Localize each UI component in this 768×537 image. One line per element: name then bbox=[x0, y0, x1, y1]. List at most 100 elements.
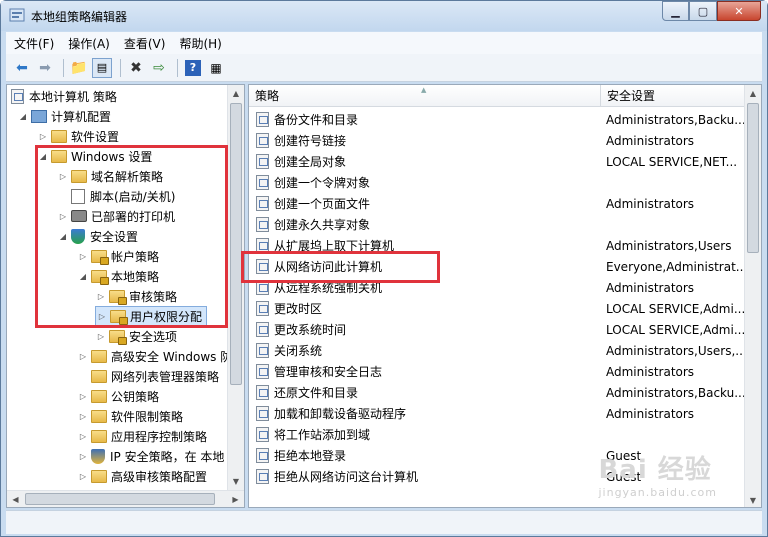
tree-item-ip-security[interactable]: ▷ IP 安全策略，在 本地 bbox=[77, 446, 224, 466]
table-row[interactable]: 将工作站添加到域 bbox=[249, 424, 745, 445]
collapsed-triangle-icon[interactable]: ▷ bbox=[77, 450, 89, 462]
table-row[interactable]: 更改系统时间 LOCAL SERVICE,Admi... bbox=[249, 319, 745, 340]
properties-button[interactable]: ▦ bbox=[206, 58, 226, 78]
tree-item-network-list[interactable]: 网络列表管理器策略 bbox=[91, 366, 219, 386]
tree-item-label: Windows 设置 bbox=[71, 149, 153, 164]
collapsed-triangle-icon[interactable]: ▷ bbox=[77, 390, 89, 402]
folder-icon bbox=[91, 469, 107, 483]
maximize-button[interactable]: ▢ bbox=[689, 1, 717, 21]
menu-help[interactable]: 帮助(H) bbox=[179, 35, 221, 52]
tree-item-label: 公钥策略 bbox=[111, 389, 160, 404]
scroll-thumb[interactable] bbox=[230, 103, 242, 385]
minimize-button[interactable]: ▁ bbox=[662, 1, 689, 21]
tree-pane: 本地计算机 策略 ◢ 计算机配置 ▷ 软件设置 ◢ Windows 设置 ▷ 域… bbox=[6, 84, 245, 508]
tree-item-root[interactable]: 本地计算机 策略 bbox=[11, 86, 117, 106]
menu-action[interactable]: 操作(A) bbox=[68, 35, 110, 52]
table-row[interactable]: 更改时区 LOCAL SERVICE,Admi... bbox=[249, 298, 745, 319]
forward-button[interactable]: ➡ bbox=[35, 58, 55, 78]
tree-item-computer-config[interactable]: ◢ 计算机配置 bbox=[17, 106, 111, 126]
tree-item-user-rights[interactable]: ▷ 用户权限分配 bbox=[95, 306, 207, 326]
table-row[interactable]: 创建符号链接 Administrators bbox=[249, 130, 745, 151]
show-tree-button[interactable]: ▤ bbox=[92, 57, 112, 78]
column-header-label: 策略 bbox=[255, 89, 280, 103]
scroll-up-icon[interactable]: ▲ bbox=[745, 85, 761, 102]
collapsed-triangle-icon[interactable]: ▷ bbox=[57, 170, 69, 182]
list-vertical-scrollbar[interactable]: ▲ ▼ bbox=[744, 85, 761, 507]
table-row[interactable]: 还原文件和目录 Administrators,Backu... bbox=[249, 382, 745, 403]
tree-item-audit-policy[interactable]: ▷ 审核策略 bbox=[95, 286, 177, 306]
export-button[interactable]: ⇨ bbox=[149, 58, 169, 78]
table-row[interactable]: 创建永久共享对象 bbox=[249, 214, 745, 235]
tree-item-software-settings[interactable]: ▷ 软件设置 bbox=[37, 126, 119, 146]
locked-folder-icon bbox=[110, 309, 128, 325]
scroll-down-icon[interactable]: ▼ bbox=[228, 473, 244, 490]
title-bar[interactable]: 本地组策略编辑器 ▁ ▢ ✕ bbox=[1, 1, 767, 31]
folder-icon bbox=[51, 149, 67, 163]
tree-item-windows-settings[interactable]: ◢ Windows 设置 bbox=[37, 146, 152, 166]
tree-item-scripts[interactable]: 脚本(启动/关机) bbox=[71, 186, 175, 206]
tree-item-app-control[interactable]: ▷ 应用程序控制策略 bbox=[77, 426, 207, 446]
tree-horizontal-scrollbar[interactable]: ◀ ▶ bbox=[7, 490, 244, 507]
table-row[interactable]: 创建一个令牌对象 bbox=[249, 172, 745, 193]
up-level-button[interactable]: 📁 bbox=[69, 58, 89, 78]
tree-item-local-policy[interactable]: ◢ 本地策略 bbox=[77, 266, 159, 286]
expanded-triangle-icon[interactable]: ◢ bbox=[37, 150, 49, 162]
printer-icon bbox=[71, 210, 87, 222]
tree-item-security-settings[interactable]: ◢ 安全设置 bbox=[57, 226, 138, 246]
scroll-down-icon[interactable]: ▼ bbox=[745, 492, 761, 507]
tree-vertical-scrollbar[interactable]: ▲ ▼ bbox=[227, 85, 244, 490]
back-arrow-icon: ⬅ bbox=[16, 59, 28, 76]
scroll-right-icon[interactable]: ▶ bbox=[227, 491, 244, 507]
table-row[interactable]: 创建全局对象 LOCAL SERVICE,NET... bbox=[249, 151, 745, 172]
scroll-thumb[interactable] bbox=[747, 103, 759, 253]
table-row-network-access[interactable]: 从网络访问此计算机 Everyone,Administrat... bbox=[249, 256, 745, 277]
expanded-triangle-icon[interactable]: ◢ bbox=[77, 270, 89, 282]
tree-item-advanced-audit[interactable]: ▷ 高级审核策略配置 bbox=[77, 466, 207, 486]
delete-button[interactable]: ✖ bbox=[126, 58, 146, 78]
collapsed-triangle-icon[interactable]: ▷ bbox=[96, 310, 108, 322]
collapsed-triangle-icon[interactable]: ▷ bbox=[77, 410, 89, 422]
collapsed-triangle-icon[interactable]: ▷ bbox=[77, 350, 89, 362]
policy-setting: Administrators bbox=[606, 133, 695, 148]
collapsed-triangle-icon[interactable]: ▷ bbox=[77, 470, 89, 482]
menu-view[interactable]: 查看(V) bbox=[124, 35, 166, 52]
help-button[interactable]: ? bbox=[183, 58, 203, 78]
column-header-policy[interactable]: 策略 ▲ bbox=[249, 85, 601, 106]
collapsed-triangle-icon[interactable]: ▷ bbox=[37, 130, 49, 142]
policy-list-pane: 策略 ▲ 安全设置 备份文件和目录 Administrators,Backu... … bbox=[248, 84, 762, 508]
collapsed-triangle-icon[interactable]: ▷ bbox=[77, 250, 89, 262]
close-button[interactable]: ✕ bbox=[717, 1, 761, 21]
tree-item-account-policy[interactable]: ▷ 帐户策略 bbox=[77, 246, 159, 266]
table-row[interactable]: 关闭系统 Administrators,Users,... bbox=[249, 340, 745, 361]
table-row[interactable]: 管理审核和安全日志 Administrators bbox=[249, 361, 745, 382]
collapsed-triangle-icon[interactable]: ▷ bbox=[95, 290, 107, 302]
policy-icon bbox=[256, 154, 269, 169]
tree-item-printers[interactable]: ▷ 已部署的打印机 bbox=[57, 206, 175, 226]
security-shield-icon bbox=[71, 228, 85, 244]
scroll-thumb[interactable] bbox=[25, 493, 215, 505]
scroll-up-icon[interactable]: ▲ bbox=[228, 85, 244, 102]
delete-icon: ✖ bbox=[130, 59, 142, 76]
table-row[interactable]: 加载和卸载设备驱动程序 Administrators bbox=[249, 403, 745, 424]
expanded-triangle-icon[interactable]: ◢ bbox=[17, 110, 29, 122]
table-row[interactable]: 从远程系统强制关机 Administrators bbox=[249, 277, 745, 298]
table-row[interactable]: 从扩展坞上取下计算机 Administrators,Users bbox=[249, 235, 745, 256]
scroll-left-icon[interactable]: ◀ bbox=[7, 491, 24, 507]
back-button[interactable]: ⬅ bbox=[12, 58, 32, 78]
expanded-triangle-icon[interactable]: ◢ bbox=[57, 230, 69, 242]
table-row[interactable]: 创建一个页面文件 Administrators bbox=[249, 193, 745, 214]
tree-item-software-restriction[interactable]: ▷ 软件限制策略 bbox=[77, 406, 183, 426]
collapsed-triangle-icon[interactable]: ▷ bbox=[57, 210, 69, 222]
tree-item-public-key[interactable]: ▷ 公钥策略 bbox=[77, 386, 159, 406]
tree-item-advanced-firewall[interactable]: ▷ 高级安全 Windows 防 bbox=[77, 346, 232, 366]
column-header-setting[interactable]: 安全设置 bbox=[601, 85, 745, 106]
tree-item-label: 域名解析策略 bbox=[91, 169, 164, 184]
menu-bar: 文件(F) 操作(A) 查看(V) 帮助(H) bbox=[6, 32, 762, 54]
collapsed-triangle-icon[interactable]: ▷ bbox=[77, 430, 89, 442]
tree-item-label: 软件设置 bbox=[71, 129, 120, 144]
tree-item-dns-policy[interactable]: ▷ 域名解析策略 bbox=[57, 166, 163, 186]
menu-file[interactable]: 文件(F) bbox=[14, 35, 54, 52]
table-row[interactable]: 备份文件和目录 Administrators,Backu... bbox=[249, 109, 745, 130]
tree-item-security-options[interactable]: ▷ 安全选项 bbox=[95, 326, 177, 346]
collapsed-triangle-icon[interactable]: ▷ bbox=[95, 330, 107, 342]
